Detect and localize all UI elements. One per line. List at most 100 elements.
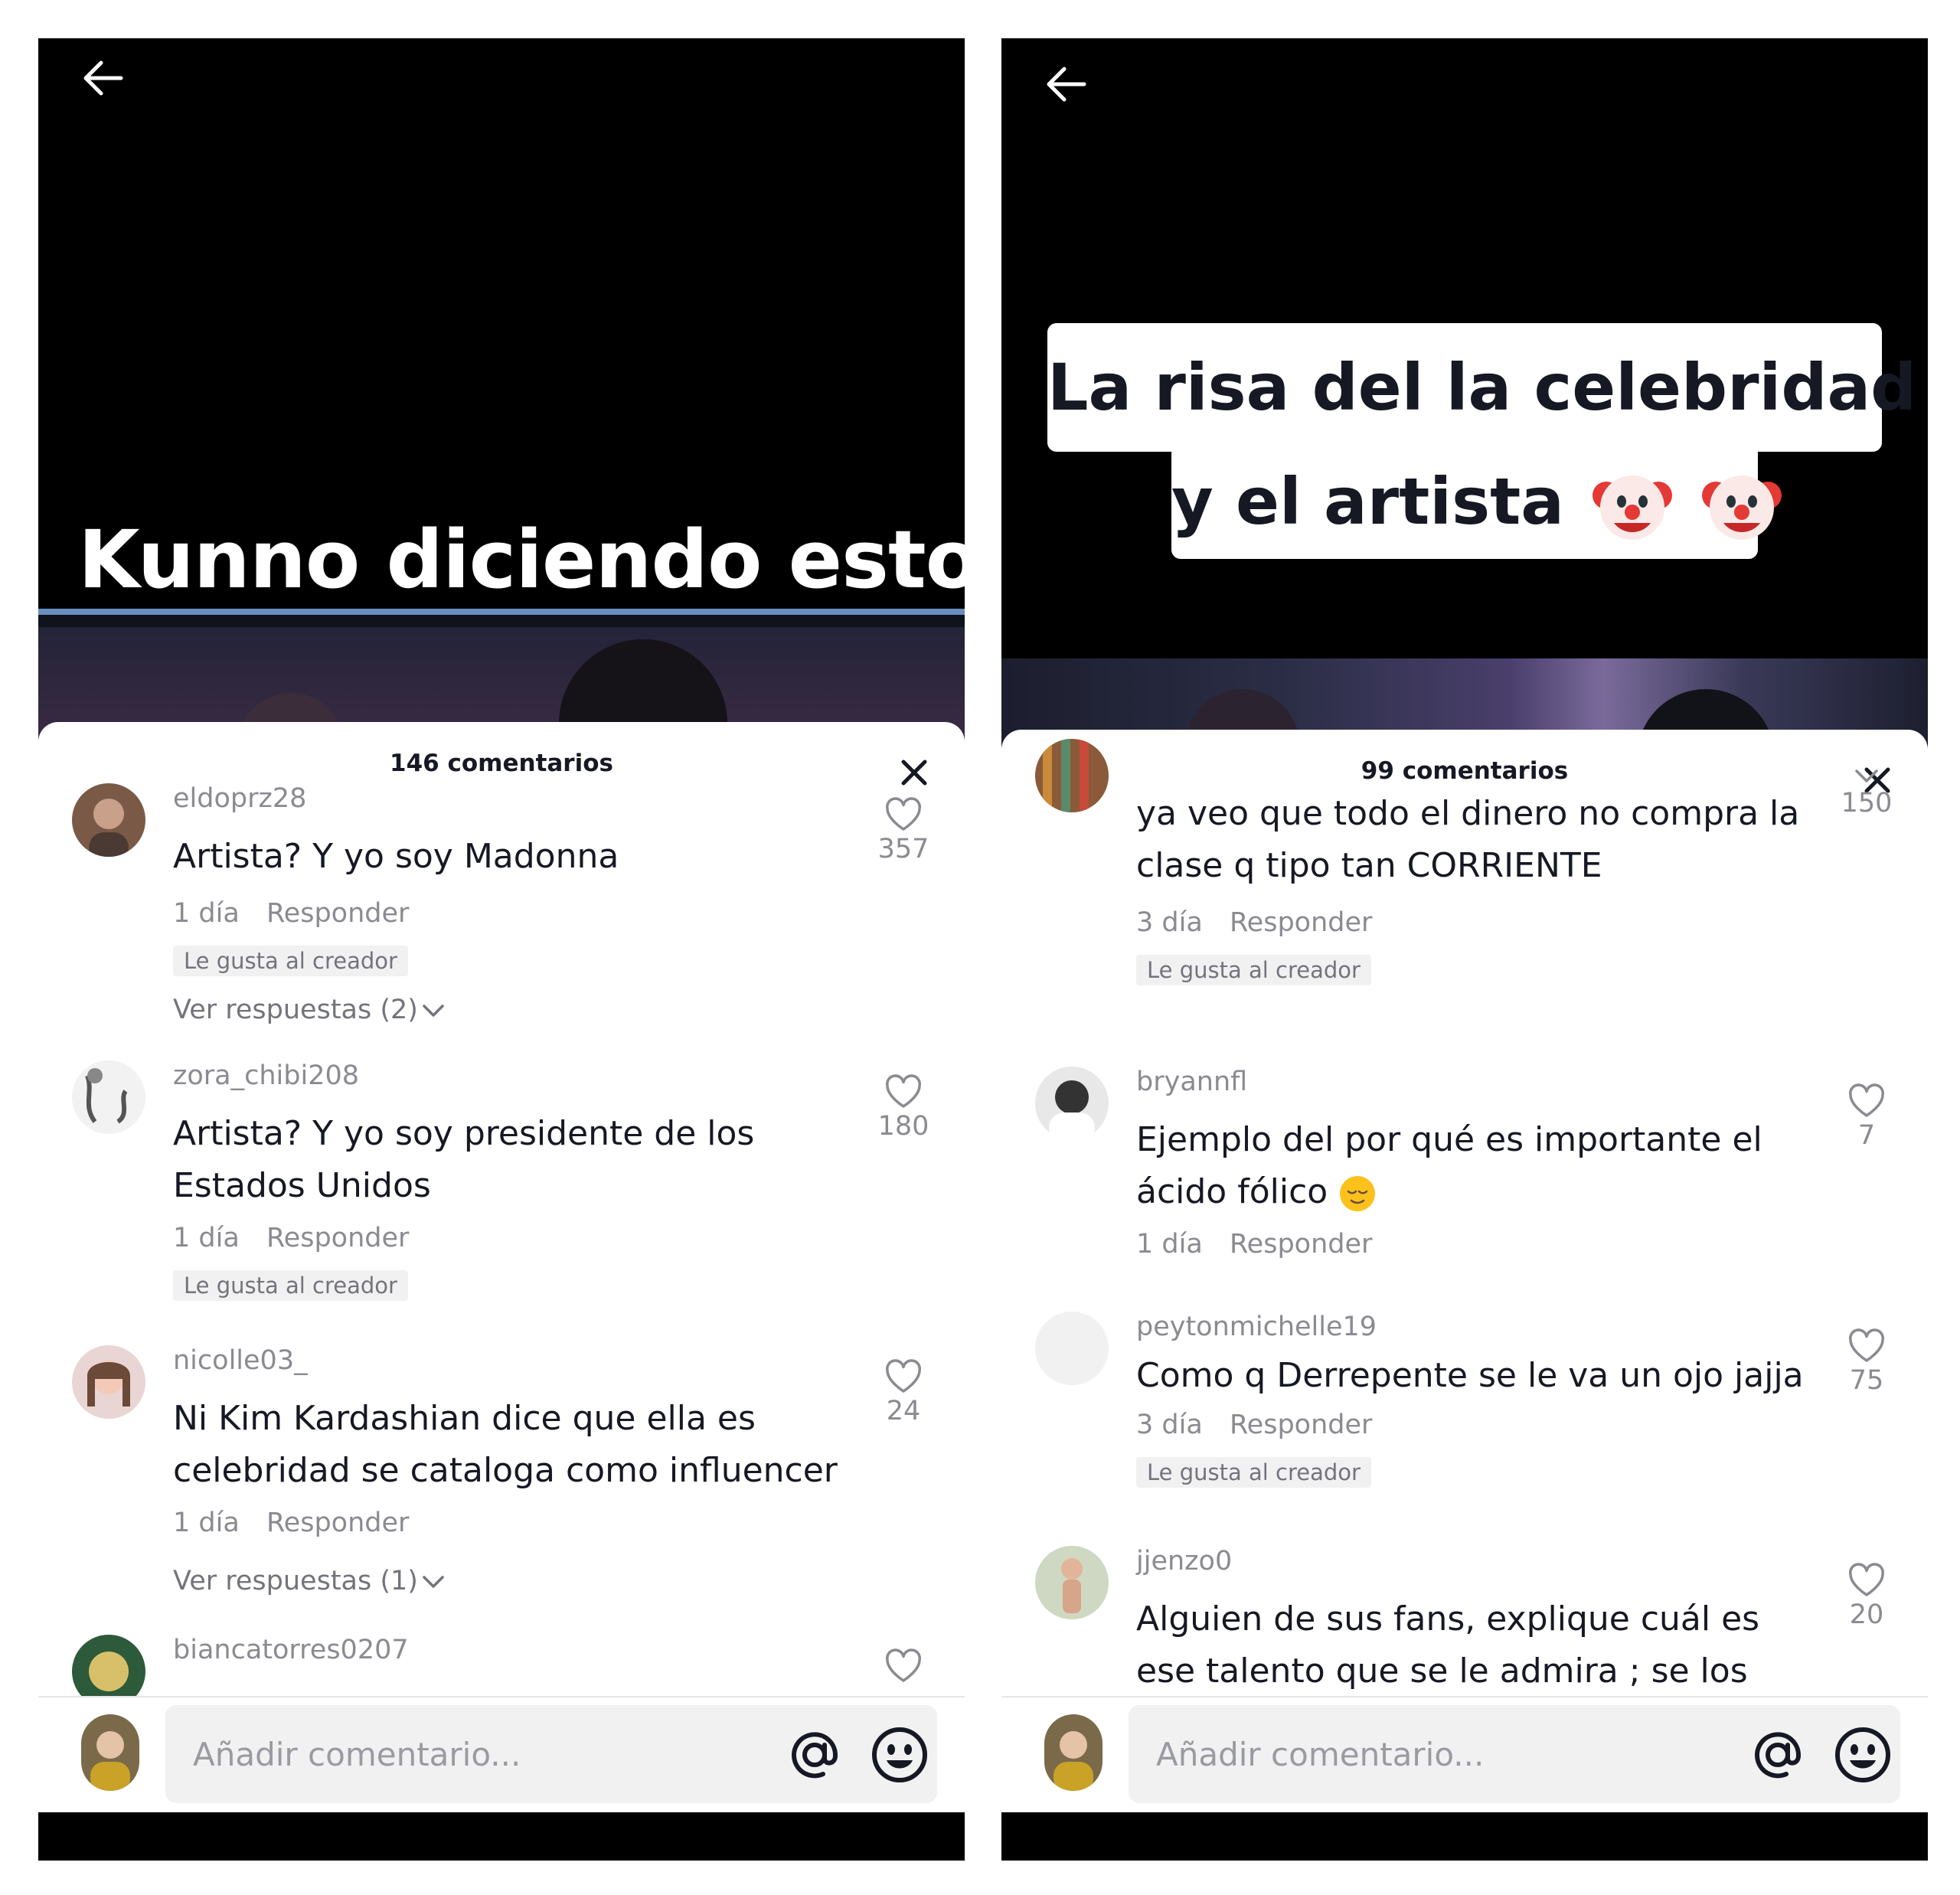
comment-username[interactable]: bryannfl xyxy=(1136,1067,1247,1097)
comment-input-bar xyxy=(1001,1697,1928,1812)
chevron-down-icon xyxy=(1855,769,1878,783)
like-count: 7 xyxy=(1857,1120,1876,1151)
reply-button[interactable]: Responder xyxy=(266,1508,409,1538)
liked-by-creator-badge: Le gusta al creador xyxy=(173,946,408,976)
heart-icon xyxy=(1849,1083,1884,1117)
like-count: 180 xyxy=(877,1111,929,1142)
avatar[interactable] xyxy=(72,1345,145,1419)
heart-icon xyxy=(886,1648,921,1682)
relieved-face-icon xyxy=(1340,1176,1376,1211)
comment-meta: 1 día Responder xyxy=(173,1508,409,1538)
like-button[interactable]: 180 xyxy=(865,1074,942,1142)
video-player[interactable]: Kunno diciendo esto: xyxy=(38,38,965,743)
video-player[interactable]: La risa del la celebridad y el artista xyxy=(1001,38,1928,743)
comment-username[interactable]: jjenzo0 xyxy=(1136,1546,1232,1576)
mention-at-icon[interactable] xyxy=(785,1725,844,1785)
like-button[interactable] xyxy=(865,1648,942,1684)
avatar[interactable] xyxy=(1035,1312,1109,1385)
liked-by-creator-badge: Le gusta al creador xyxy=(1136,1457,1371,1488)
comment-text: Ejemplo del por qué es importante el áci… xyxy=(1136,1114,1810,1218)
reply-button[interactable]: Responder xyxy=(1230,907,1372,938)
my-avatar xyxy=(1044,1714,1102,1791)
comment-meta: 3 día Responder xyxy=(1136,1410,1372,1440)
comment-time: 1 día xyxy=(173,1508,240,1538)
like-button[interactable]: 150 xyxy=(1828,766,1905,818)
like-count: 150 xyxy=(1841,788,1893,818)
like-count: 20 xyxy=(1849,1599,1884,1630)
view-replies-label: Ver respuestas (1) xyxy=(173,1566,418,1596)
like-button[interactable]: 357 xyxy=(865,797,942,864)
comment-username[interactable]: zora_chibi208 xyxy=(173,1060,359,1091)
comment-username[interactable]: eldoprz28 xyxy=(173,783,306,814)
view-replies-button[interactable]: Ver respuestas (1) xyxy=(173,1566,446,1596)
back-arrow-icon[interactable] xyxy=(78,54,139,107)
close-icon[interactable] xyxy=(896,754,933,791)
liked-by-creator-badge: Le gusta al creador xyxy=(173,1270,408,1301)
liked-by-creator-badge: Le gusta al creador xyxy=(1136,955,1371,985)
caption-text: y el artista xyxy=(1171,464,1564,539)
like-button[interactable]: 75 xyxy=(1828,1328,1905,1396)
clown-face-icon xyxy=(1592,475,1673,541)
bottom-bar xyxy=(1001,1812,1928,1861)
my-avatar xyxy=(81,1714,139,1791)
video-caption-line1: La risa del la celebridad xyxy=(1047,323,1916,452)
comment-text: Como q Derrepente se le va un ojo jajja xyxy=(1136,1356,1804,1395)
comments-count: 99 comentarios xyxy=(1361,757,1569,785)
like-button[interactable]: 20 xyxy=(1828,1563,1905,1630)
comment-time: 1 día xyxy=(173,898,240,929)
comment-username[interactable]: peytonmichelle19 xyxy=(1136,1312,1377,1342)
comment-meta: 3 día Responder xyxy=(1136,907,1372,938)
comment-username[interactable]: nicolle03_ xyxy=(173,1345,308,1376)
comment-text: Artista? Y yo soy Madonna xyxy=(173,837,619,876)
comment-time: 3 día xyxy=(1136,1410,1203,1440)
comment-text: Artista? Y yo soy presidente de los Esta… xyxy=(173,1114,755,1205)
reply-button[interactable]: Responder xyxy=(266,898,409,929)
comments-count: 146 comentarios xyxy=(390,750,613,777)
avatar[interactable] xyxy=(1035,739,1109,812)
comment-text-body: Ejemplo del por qué es importante el áci… xyxy=(1136,1120,1762,1211)
heart-icon xyxy=(1849,1563,1884,1596)
video-caption: Kunno diciendo esto: xyxy=(78,513,965,606)
video-caption-line2: y el artista xyxy=(1171,444,1782,559)
avatar[interactable] xyxy=(1035,1067,1109,1140)
heart-icon xyxy=(886,1359,921,1393)
comments-sheet: 146 comentarios eldoprz28 Artista? Y yo … xyxy=(38,722,965,1812)
back-arrow-icon[interactable] xyxy=(1041,60,1102,113)
like-count: 24 xyxy=(886,1396,921,1426)
emoji-icon[interactable] xyxy=(870,1725,929,1785)
emoji-icon[interactable] xyxy=(1833,1725,1893,1785)
chevron-down-icon xyxy=(423,1576,444,1588)
reply-button[interactable]: Responder xyxy=(266,1223,409,1253)
like-button[interactable]: 24 xyxy=(865,1359,942,1426)
avatar[interactable] xyxy=(1035,1546,1109,1619)
comment-time: 3 día xyxy=(1136,907,1203,938)
comment-text: Ni Kim Kardashian dice que ella es celeb… xyxy=(173,1399,838,1490)
comment-meta: 1 día Responder xyxy=(173,1223,409,1253)
heart-icon xyxy=(1849,1328,1884,1362)
left-screenshot-panel: Kunno diciendo esto: 146 comentarios eld… xyxy=(38,38,965,1861)
comments-sheet: 99 comentarios ya veo que todo el dinero… xyxy=(1001,730,1928,1812)
mention-at-icon[interactable] xyxy=(1748,1725,1808,1785)
view-replies-label: Ver respuestas (2) xyxy=(173,995,418,1025)
reply-button[interactable]: Responder xyxy=(1230,1229,1372,1260)
chevron-down-icon xyxy=(423,1005,444,1017)
heart-icon xyxy=(886,1074,921,1108)
comment-time: 1 día xyxy=(173,1223,240,1253)
comment-text: ya veo que todo el dinero no compra la c… xyxy=(1136,794,1800,885)
comment-meta: 1 día Responder xyxy=(1136,1229,1372,1260)
like-count: 75 xyxy=(1849,1365,1884,1396)
bottom-bar xyxy=(38,1812,965,1861)
comment-username[interactable]: biancatorres0207 xyxy=(173,1635,409,1665)
like-button[interactable]: 7 xyxy=(1828,1083,1905,1151)
comment-time: 1 día xyxy=(1136,1229,1203,1260)
reply-button[interactable]: Responder xyxy=(1230,1410,1372,1440)
comment-input-bar xyxy=(38,1697,965,1812)
clown-face-icon xyxy=(1702,475,1782,541)
avatar[interactable] xyxy=(72,1060,145,1134)
view-replies-button[interactable]: Ver respuestas (2) xyxy=(173,995,446,1025)
heart-icon xyxy=(886,797,921,831)
avatar[interactable] xyxy=(72,783,145,857)
comment-meta: 1 día Responder xyxy=(173,898,409,929)
like-count: 357 xyxy=(877,834,929,864)
right-screenshot-panel: La risa del la celebridad y el artista 9… xyxy=(1001,38,1928,1861)
